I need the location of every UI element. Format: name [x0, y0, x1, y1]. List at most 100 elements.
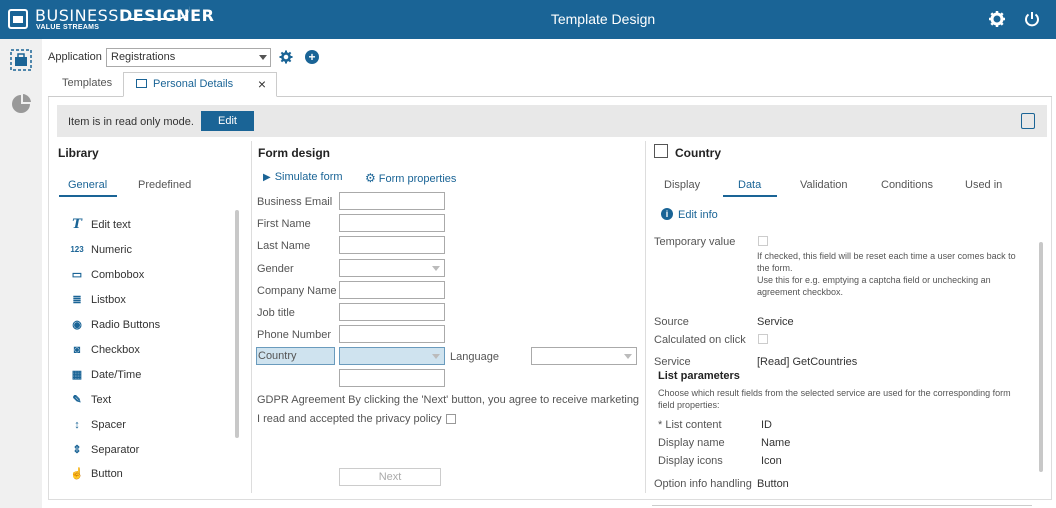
spacer-icon: ↕ [74, 419, 80, 431]
simulate-form-button[interactable]: ▶ Simulate form [263, 171, 343, 183]
panel-divider [645, 141, 646, 493]
display-name-label: Display name [658, 437, 725, 449]
edit-button[interactable]: Edit [201, 111, 254, 131]
privacy-policy-label: I read and accepted the privacy policy [257, 413, 442, 425]
edit-text-icon: T [72, 217, 82, 232]
library-item-label: Date/Time [91, 369, 142, 381]
chevron-down-icon [432, 266, 440, 271]
main-area: Application Registrations + Templates Pe… [42, 39, 1056, 508]
simulate-form-label: Simulate form [274, 171, 343, 183]
checkbox-icon: ◙ [73, 344, 81, 356]
display-icons-value[interactable]: Icon [761, 455, 782, 467]
library-tab-predefined[interactable]: Predefined [138, 179, 191, 191]
field-label-last-name: Last Name [257, 240, 311, 252]
next-button[interactable]: Next [339, 468, 441, 486]
first-name-input[interactable] [339, 214, 445, 232]
read-only-banner: Item is in read only mode. Edit [57, 105, 1047, 137]
form-properties-label: Form properties [378, 173, 457, 185]
power-icon[interactable] [1023, 10, 1041, 28]
tab-data[interactable]: Data [738, 179, 761, 191]
add-application-plus-icon[interactable]: + [305, 50, 319, 64]
library-tab-general[interactable]: General [68, 179, 107, 191]
country-select[interactable] [339, 347, 445, 365]
separator-icon: ⇕ [72, 444, 82, 456]
phone-number-input[interactable] [339, 325, 445, 343]
document-tabs: Templates Personal Details × [48, 72, 1052, 97]
button-icon: ☝ [70, 468, 84, 480]
library-item-label: Button [91, 468, 123, 480]
temporary-value-checkbox[interactable] [758, 236, 768, 246]
tab-personal-details-label: Personal Details [153, 78, 234, 90]
page-title: Template Design [550, 11, 656, 27]
form-properties-button[interactable]: ⚙ Form properties [365, 171, 456, 185]
list-content-label: * List content [658, 419, 722, 431]
tab-templates[interactable]: Templates [50, 72, 124, 97]
field-label-gender: Gender [257, 263, 294, 275]
chevron-down-icon [624, 354, 632, 359]
library-item-label: Radio Buttons [91, 319, 161, 331]
option-info-handling-value[interactable]: Button [757, 478, 789, 490]
library-item-label: Edit text [91, 219, 131, 231]
chevron-down-icon [259, 55, 267, 60]
field-label-phone-number: Phone Number [257, 329, 331, 341]
info-icon: i [661, 208, 673, 220]
top-bar: BUSINESSDESIGNER VALUE STREAMS Template … [0, 0, 1056, 39]
calculated-on-click-checkbox[interactable] [758, 334, 768, 344]
application-select-value: Registrations [111, 51, 176, 63]
tab-conditions[interactable]: Conditions [881, 179, 933, 191]
pie-chart-icon[interactable] [10, 93, 32, 115]
toolbox-icon[interactable] [10, 49, 32, 71]
field-label-country-selected[interactable]: Country [256, 347, 335, 365]
numeric-icon: 123 [70, 245, 84, 254]
tab-used-in[interactable]: Used in [965, 179, 1002, 191]
tab-validation[interactable]: Validation [800, 179, 848, 191]
source-value[interactable]: Service [757, 316, 794, 328]
properties-tab-underline [723, 195, 777, 197]
text-icon: ✎ [72, 394, 82, 406]
application-bar: Application Registrations + [42, 39, 1056, 72]
radio-buttons-icon: ◉ [72, 319, 82, 331]
application-settings-gear-icon[interactable] [279, 50, 293, 64]
library-item-label: Spacer [91, 419, 126, 431]
list-parameters-title: List parameters [658, 370, 740, 382]
combobox-icon: ▭ [71, 269, 83, 281]
editor-content: Item is in read only mode. Edit Library … [48, 97, 1052, 506]
list-parameters-description: Choose which result fields from the sele… [658, 388, 1011, 410]
company-name-input[interactable] [339, 281, 445, 299]
library-tab-underline [59, 195, 117, 197]
tab-templates-label: Templates [62, 77, 113, 89]
tab-personal-details[interactable]: Personal Details × [123, 72, 277, 97]
gdpr-agreement-text: GDPR Agreement By clicking the 'Next' bu… [257, 394, 639, 406]
language-select[interactable] [531, 347, 637, 365]
tab-display[interactable]: Display [664, 179, 700, 191]
library-title: Library [58, 146, 99, 160]
library-item-label: Listbox [91, 294, 126, 306]
library-item-label: Combobox [91, 269, 145, 281]
field-label-business-email: Business Email [257, 196, 333, 208]
library-scrollbar[interactable] [235, 210, 239, 438]
chevron-down-icon [432, 354, 440, 359]
list-content-value[interactable]: ID [761, 419, 772, 431]
calculated-on-click-label: Calculated on click [654, 334, 746, 346]
gender-select[interactable] [339, 259, 445, 277]
source-label: Source [654, 316, 689, 328]
field-label-job-title: Job title [257, 307, 295, 319]
empty-field-input[interactable] [339, 369, 445, 387]
job-title-input[interactable] [339, 303, 445, 321]
business-email-input[interactable] [339, 192, 445, 210]
temporary-value-note: If checked, this field will be reset eac… [757, 251, 1016, 297]
display-name-value[interactable]: Name [761, 437, 790, 449]
privacy-policy-checkbox[interactable] [446, 414, 456, 424]
last-name-input[interactable] [339, 236, 445, 254]
play-icon: ▶ [263, 172, 271, 183]
edit-info-link[interactable]: Edit info [678, 209, 718, 221]
close-tab-icon[interactable]: × [258, 76, 266, 92]
application-label: Application [48, 51, 102, 63]
properties-title: Country [675, 146, 721, 160]
export-icon[interactable] [1021, 113, 1035, 129]
calendar-icon: ▦ [71, 369, 83, 381]
gear-icon[interactable] [988, 10, 1006, 28]
application-select[interactable]: Registrations [106, 48, 271, 67]
library-item-label: Separator [91, 444, 140, 456]
properties-scrollbar[interactable] [1039, 242, 1043, 472]
